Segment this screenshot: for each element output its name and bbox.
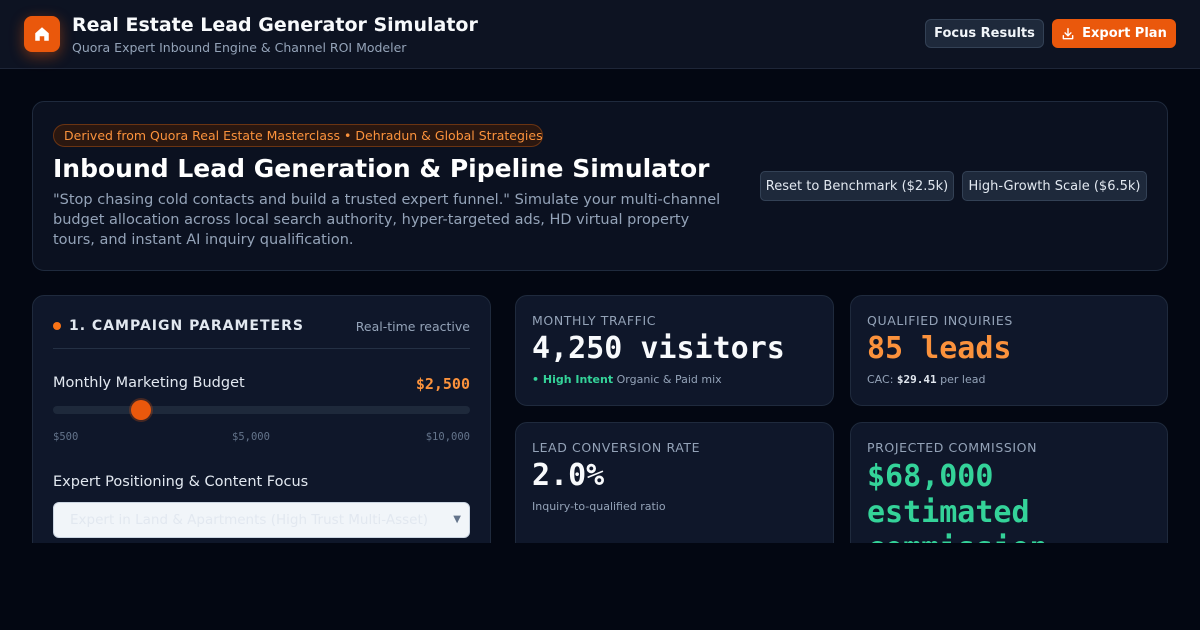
app-title: Real Estate Lead Generator Simulator xyxy=(72,14,478,36)
viewport-cutoff xyxy=(0,543,1200,630)
chevron-down-icon: ▼ xyxy=(453,514,461,525)
slider-tick-mid: $5,000 xyxy=(232,431,270,443)
download-icon xyxy=(1062,27,1074,39)
cac-note: CAC: $29.41 per lead xyxy=(867,373,985,386)
conversion-note: Inquiry-to-qualified ratio xyxy=(532,500,666,513)
budget-slider-thumb[interactable] xyxy=(130,400,151,420)
cac-value: $29.41 xyxy=(896,373,937,386)
focus-select[interactable]: Expert in Land & Apartments (High Trust … xyxy=(53,502,470,538)
divider xyxy=(53,348,470,349)
traffic-value: 4,250 visitors xyxy=(532,331,785,366)
top-bar: Real Estate Lead Generator Simulator Quo… xyxy=(0,0,1200,69)
panel-title: 1. CAMPAIGN PARAMETERS xyxy=(69,318,304,334)
commission-label: PROJECTED COMMISSION xyxy=(867,440,1038,455)
high-growth-button[interactable]: High-Growth Scale ($6.5k) xyxy=(962,171,1147,201)
traffic-note-rest: Organic & Paid mix xyxy=(613,373,722,386)
focus-label: Expert Positioning & Content Focus xyxy=(53,474,309,490)
realtime-tag: Real-time reactive xyxy=(355,319,470,334)
focus-results-button[interactable]: Focus Results xyxy=(925,19,1044,48)
conversion-label: LEAD CONVERSION RATE xyxy=(532,440,701,455)
reset-benchmark-button[interactable]: Reset to Benchmark ($2.5k) xyxy=(760,171,954,201)
conversion-value: 2.0% xyxy=(532,458,605,493)
traffic-card: MONTHLY TRAFFIC 4,250 visitors • High In… xyxy=(515,295,834,406)
home-icon xyxy=(24,16,60,52)
slider-tick-min: $500 xyxy=(53,431,79,443)
slider-tick-max: $10,000 xyxy=(425,431,470,443)
status-dot xyxy=(53,322,61,330)
cac-suffix: per lead xyxy=(936,373,986,386)
app-subtitle: Quora Expert Inbound Engine & Channel RO… xyxy=(72,40,407,55)
traffic-note: • High Intent Organic & Paid mix xyxy=(532,373,722,386)
export-plan-label: Export Plan xyxy=(1082,26,1167,41)
budget-slider[interactable] xyxy=(53,400,470,420)
budget-value: $2,500 xyxy=(415,375,470,393)
budget-label: Monthly Marketing Budget xyxy=(53,375,245,391)
hero-title: Inbound Lead Generation & Pipeline Simul… xyxy=(53,154,710,183)
hero-card: Derived from Quora Real Estate Mastercla… xyxy=(32,101,1168,271)
hero-description: "Stop chasing cold contacts and build a … xyxy=(53,192,721,248)
traffic-note-highlight: • High Intent xyxy=(532,373,614,386)
inquiries-label: QUALIFIED INQUIRIES xyxy=(867,313,1013,328)
traffic-label: MONTHLY TRAFFIC xyxy=(532,313,657,328)
inquiries-card: QUALIFIED INQUIRIES 85 leads CAC: $29.41… xyxy=(850,295,1168,406)
export-plan-button[interactable]: Export Plan xyxy=(1052,19,1176,48)
source-badge: Derived from Quora Real Estate Mastercla… xyxy=(53,124,543,147)
inquiries-value: 85 leads xyxy=(867,331,1012,366)
cac-prefix: CAC: xyxy=(867,373,897,386)
focus-select-value: Expert in Land & Apartments (High Trust … xyxy=(70,512,429,528)
